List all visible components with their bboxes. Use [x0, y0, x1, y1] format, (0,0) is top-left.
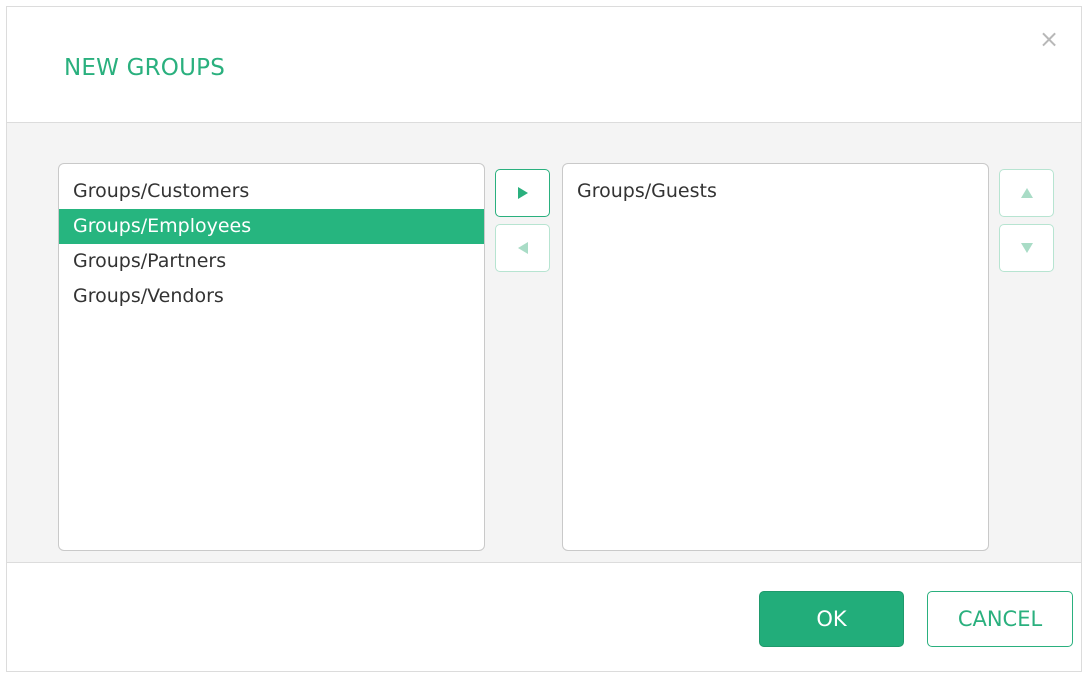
ok-button[interactable]: OK — [759, 591, 904, 647]
move-right-button[interactable] — [495, 169, 550, 217]
arrow-left-icon — [517, 242, 528, 254]
dialog-title: NEW GROUPS — [64, 55, 226, 81]
close-icon[interactable]: × — [1039, 27, 1059, 51]
cancel-button[interactable]: CANCEL — [927, 591, 1073, 647]
list-item[interactable]: Groups/Guests — [563, 174, 988, 209]
arrow-up-icon — [1020, 188, 1033, 198]
move-down-button[interactable] — [999, 224, 1054, 272]
available-groups-list[interactable]: Groups/Customers Groups/Employees Groups/P… — [58, 163, 485, 551]
dialog-header: NEW GROUPS × — [7, 7, 1081, 123]
new-groups-dialog: NEW GROUPS × Groups/Customers Groups/Empl… — [6, 6, 1082, 672]
list-item[interactable]: Groups/Employees — [59, 209, 484, 244]
list-item[interactable]: Groups/Vendors — [59, 279, 484, 314]
dialog-body: Groups/Customers Groups/Employees Groups/P… — [7, 123, 1081, 563]
selected-groups-list[interactable]: Groups/Guests — [562, 163, 989, 551]
list-item[interactable]: Groups/Partners — [59, 244, 484, 279]
arrow-right-icon — [517, 187, 528, 199]
move-up-button[interactable] — [999, 169, 1054, 217]
move-left-button[interactable] — [495, 224, 550, 272]
arrow-down-icon — [1020, 243, 1033, 253]
list-item[interactable]: Groups/Customers — [59, 174, 484, 209]
